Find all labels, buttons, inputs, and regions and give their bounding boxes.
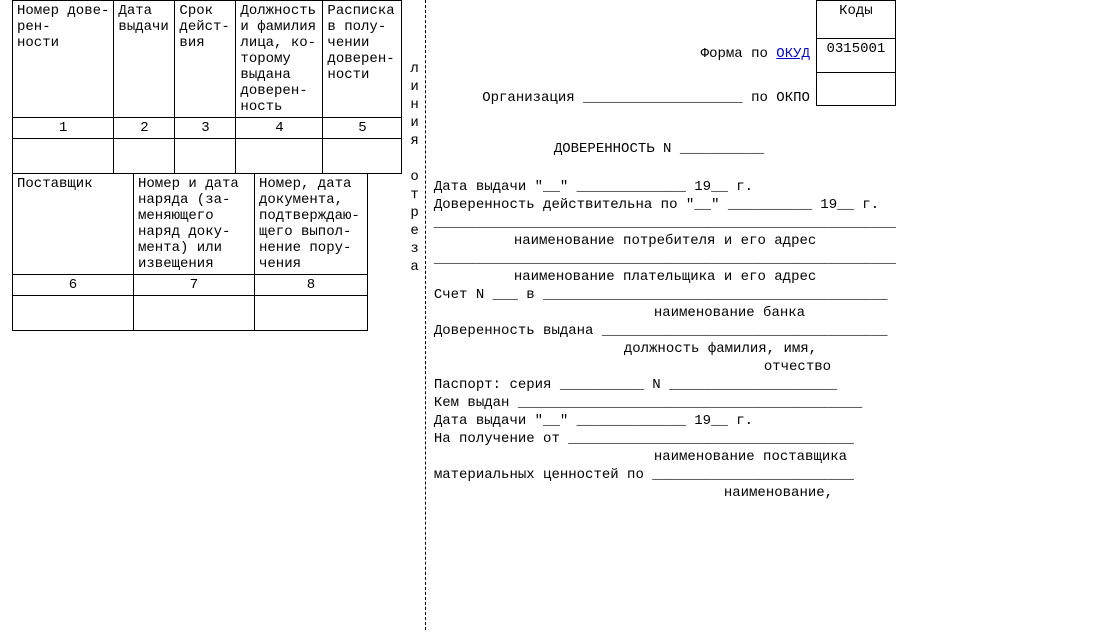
t1-h1: Номер дове-рен-ности bbox=[13, 1, 114, 118]
t1-h5: Распискав полу-чениидоверен-ности bbox=[323, 1, 402, 118]
issued-sub2: отчество bbox=[434, 358, 896, 376]
doc-title: ДОВЕРЕННОСТЬ N bbox=[554, 141, 680, 157]
payer-sub: наименование плательщика и его адрес bbox=[434, 268, 896, 286]
issue-date2: Дата выдачи "__" _____________ 19__ г. bbox=[434, 412, 896, 430]
t1-n3: 3 bbox=[175, 118, 236, 139]
supplier-sub: наименование поставщика bbox=[434, 448, 896, 466]
left-stub: Номер дове-рен-ности Датавыдачи Срокдейс… bbox=[12, 0, 402, 630]
name-sub: наименование, bbox=[434, 484, 896, 502]
issued-to: Доверенность выдана ____________________… bbox=[434, 322, 896, 340]
cut-label: линия отреза bbox=[410, 0, 424, 630]
kody-header: Коды bbox=[816, 1, 895, 39]
cut-line bbox=[425, 0, 426, 630]
issued-sub: должность фамилия, имя, bbox=[434, 340, 896, 358]
materials: материальных ценностей по ______________… bbox=[434, 466, 896, 484]
valid-until: Доверенность действительна по "__" _____… bbox=[434, 196, 896, 214]
t1-n4: 4 bbox=[236, 118, 323, 139]
table-1: Номер дове-рен-ности Датавыдачи Срокдейс… bbox=[12, 0, 402, 174]
account: Счет N ___ в ___________________________… bbox=[434, 286, 896, 304]
t2-n1: 6 bbox=[13, 275, 134, 296]
issued-by: Кем выдан ______________________________… bbox=[434, 394, 896, 412]
okpo-code bbox=[816, 72, 895, 105]
kody-corner: Форма по ОКУД Организация ______________… bbox=[434, 0, 896, 106]
payer-line: ________________________________________… bbox=[434, 250, 896, 268]
consumer-sub: наименование потребителя и его адрес bbox=[434, 232, 896, 250]
t1-n2: 2 bbox=[114, 118, 175, 139]
okpo-label: по ОКПО bbox=[743, 90, 810, 106]
okud-pre: Форма по bbox=[701, 46, 777, 62]
t2-h1: Поставщик bbox=[13, 174, 134, 275]
form-body: Форма по ОКУД Организация ______________… bbox=[430, 0, 896, 630]
receive-from: На получение от ________________________… bbox=[434, 430, 896, 448]
t2-h2: Номер и датанаряда (за-меняющегонаряд до… bbox=[134, 174, 255, 275]
table-2: Поставщик Номер и датанаряда (за-меняюще… bbox=[12, 173, 368, 331]
kody-table: Коды 0315001 bbox=[816, 0, 896, 106]
org-label: Организация bbox=[482, 90, 583, 106]
consumer-line: ________________________________________… bbox=[434, 214, 896, 232]
t1-h3: Срокдейст-вия bbox=[175, 1, 236, 118]
passport: Паспорт: серия __________ N ____________… bbox=[434, 376, 896, 394]
t1-h4: Должностьи фамилиялица, ко-торомувыданад… bbox=[236, 1, 323, 118]
t1-h2: Датавыдачи bbox=[114, 1, 175, 118]
bank-sub: наименование банка bbox=[434, 304, 896, 322]
form-lines: ДОВЕРЕННОСТЬ N __________ Дата выдачи "_… bbox=[434, 110, 896, 502]
okud-code: 0315001 bbox=[816, 39, 895, 72]
t2-n2: 7 bbox=[134, 275, 255, 296]
t2-n3: 8 bbox=[255, 275, 368, 296]
t1-n5: 5 bbox=[323, 118, 402, 139]
okud-link[interactable]: ОКУД bbox=[776, 46, 810, 62]
cut-separator: линия отреза bbox=[402, 0, 429, 630]
date-issue: Дата выдачи "__" _____________ 19__ г. bbox=[434, 178, 896, 196]
t1-n1: 1 bbox=[13, 118, 114, 139]
t2-h3: Номер, датадокумента,подтверждаю-щего вы… bbox=[255, 174, 368, 275]
